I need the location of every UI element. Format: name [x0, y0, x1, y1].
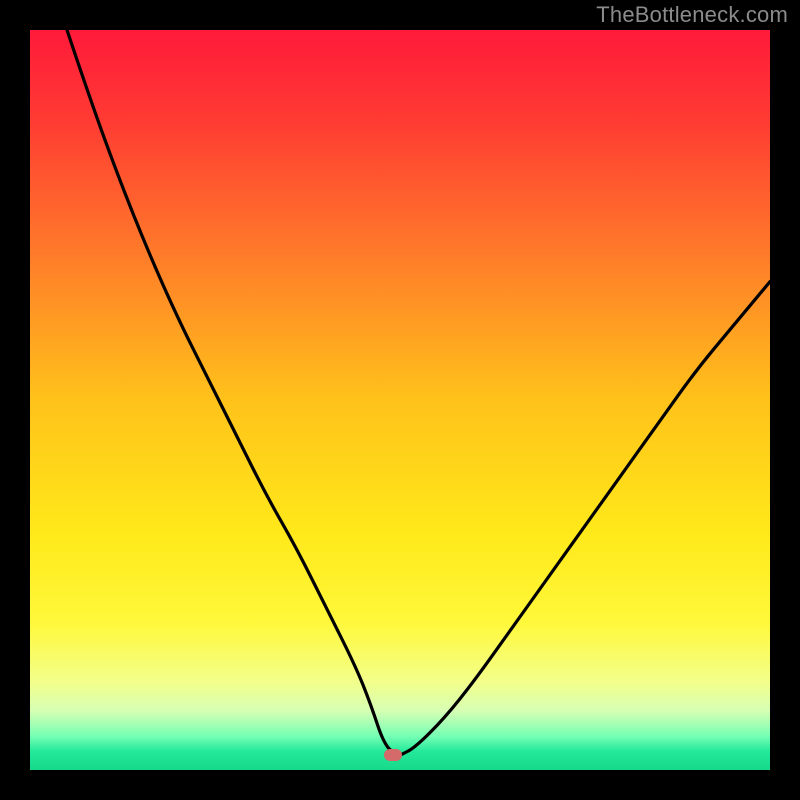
plot-area: [30, 30, 770, 770]
watermark-text: TheBottleneck.com: [596, 2, 788, 28]
chart-frame: TheBottleneck.com: [0, 0, 800, 800]
heat-gradient-bg: [30, 30, 770, 770]
bottleneck-chart: [30, 30, 770, 770]
